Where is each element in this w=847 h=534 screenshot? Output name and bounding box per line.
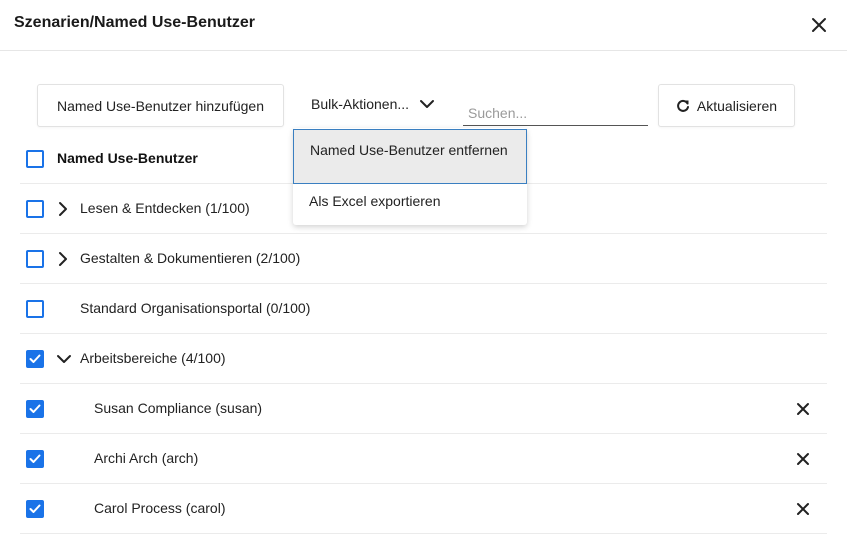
row-checkbox[interactable] xyxy=(26,350,44,368)
row-label: Archi Arch (arch) xyxy=(94,450,199,466)
dialog-header: Szenarien/Named Use-Benutzer xyxy=(0,0,847,51)
close-icon xyxy=(797,403,809,415)
row-label: Carol Process (carol) xyxy=(94,500,226,516)
refresh-button[interactable]: Aktualisieren xyxy=(658,84,795,127)
expand-toggle[interactable] xyxy=(56,251,70,267)
table-row: Gestalten & Dokumentieren (2/100) xyxy=(20,234,827,284)
row-label: Lesen & Entdecken (1/100) xyxy=(80,200,250,216)
row-label: Gestalten & Dokumentieren (2/100) xyxy=(80,250,301,266)
search-input[interactable] xyxy=(463,98,648,126)
select-all-checkbox[interactable] xyxy=(26,150,44,168)
table-row: Carol Process (carol) xyxy=(20,484,827,534)
expand-toggle[interactable] xyxy=(56,351,71,367)
bulk-actions-menu: Named Use-Benutzer entfernen Als Excel e… xyxy=(293,128,527,225)
menu-item-export-excel[interactable]: Als Excel exportieren xyxy=(293,188,527,218)
dialog-title: Szenarien/Named Use-Benutzer xyxy=(14,14,255,31)
bulk-actions-dropdown[interactable]: Bulk-Aktionen... xyxy=(311,96,435,112)
close-button[interactable] xyxy=(808,14,830,36)
chevron-right-icon xyxy=(59,202,67,216)
row-label: Susan Compliance (susan) xyxy=(94,400,263,416)
menu-item-remove-named-users[interactable]: Named Use-Benutzer entfernen xyxy=(293,129,527,184)
bulk-actions-label: Bulk-Aktionen... xyxy=(311,96,410,112)
row-label: Arbeitsbereiche (4/100) xyxy=(80,350,226,366)
checkmark-icon xyxy=(29,404,41,413)
close-icon xyxy=(797,503,809,515)
row-checkbox[interactable] xyxy=(26,500,44,518)
remove-user-button[interactable] xyxy=(795,501,811,517)
row-checkbox[interactable] xyxy=(26,200,44,218)
close-icon xyxy=(797,453,809,465)
close-icon xyxy=(812,18,826,32)
row-checkbox[interactable] xyxy=(26,450,44,468)
refresh-icon xyxy=(677,99,689,112)
table-row: Susan Compliance (susan) xyxy=(20,384,827,434)
row-checkbox[interactable] xyxy=(26,300,44,318)
table-row: Standard Organisationsportal (0/100) xyxy=(20,284,827,334)
remove-user-button[interactable] xyxy=(795,451,811,467)
row-label: Standard Organisationsportal (0/100) xyxy=(80,300,311,316)
chevron-down-icon xyxy=(420,100,435,108)
remove-user-button[interactable] xyxy=(795,401,811,417)
row-checkbox[interactable] xyxy=(26,250,44,268)
chevron-down-icon xyxy=(57,355,71,363)
refresh-label: Aktualisieren xyxy=(696,97,778,114)
checkmark-icon xyxy=(29,354,41,363)
checkmark-icon xyxy=(29,454,41,463)
add-named-user-button[interactable]: Named Use-Benutzer hinzufügen xyxy=(37,84,284,127)
chevron-right-icon xyxy=(59,252,67,266)
add-named-user-label: Named Use-Benutzer hinzufügen xyxy=(56,97,264,114)
column-header-named-users: Named Use-Benutzer xyxy=(57,150,198,166)
checkmark-icon xyxy=(29,504,41,513)
table-row: Archi Arch (arch) xyxy=(20,434,827,484)
table-row: Arbeitsbereiche (4/100) xyxy=(20,334,827,384)
expand-toggle[interactable] xyxy=(56,201,70,217)
row-checkbox[interactable] xyxy=(26,400,44,418)
